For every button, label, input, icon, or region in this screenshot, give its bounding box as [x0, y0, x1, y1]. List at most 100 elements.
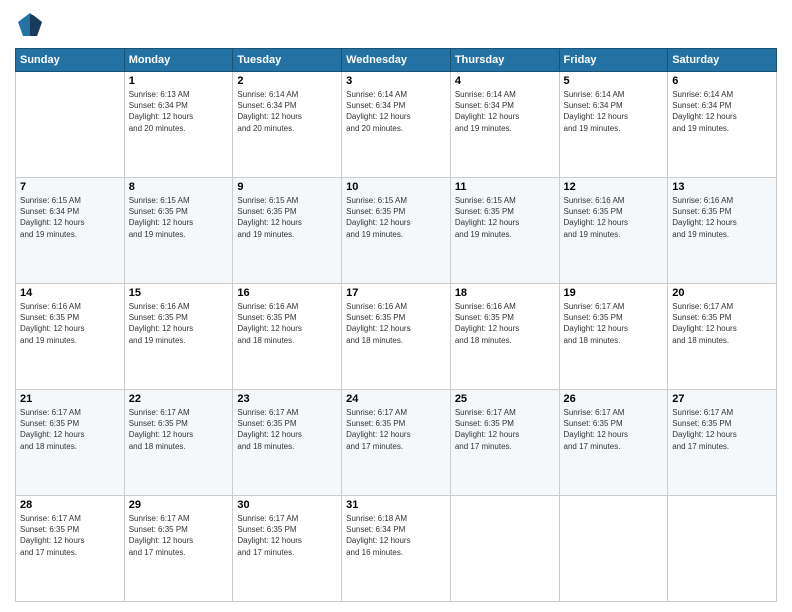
logo	[15, 10, 49, 40]
day-info: Sunrise: 6:16 AM Sunset: 6:35 PM Dayligh…	[129, 301, 229, 346]
day-info: Sunrise: 6:16 AM Sunset: 6:35 PM Dayligh…	[20, 301, 120, 346]
calendar-header-row: SundayMondayTuesdayWednesdayThursdayFrid…	[16, 49, 777, 72]
day-info: Sunrise: 6:14 AM Sunset: 6:34 PM Dayligh…	[672, 89, 772, 134]
day-number: 24	[346, 393, 446, 405]
day-number: 12	[564, 181, 664, 193]
day-number: 7	[20, 181, 120, 193]
day-info: Sunrise: 6:16 AM Sunset: 6:35 PM Dayligh…	[346, 301, 446, 346]
day-number: 9	[237, 181, 337, 193]
day-number: 22	[129, 393, 229, 405]
day-number: 5	[564, 75, 664, 87]
calendar-cell: 6 Sunrise: 6:14 AM Sunset: 6:34 PM Daylig…	[668, 72, 777, 178]
day-number: 15	[129, 287, 229, 299]
calendar-cell: 28 Sunrise: 6:17 AM Sunset: 6:35 PM Dayli…	[16, 496, 125, 602]
calendar-cell: 26 Sunrise: 6:17 AM Sunset: 6:35 PM Dayli…	[559, 390, 668, 496]
weekday-header: Saturday	[668, 49, 777, 72]
calendar-cell: 4Sunrise: 6:14 AM Sunset: 6:34 PM Daylig…	[450, 72, 559, 178]
day-number: 11	[455, 181, 555, 193]
day-info: Sunrise: 6:15 AM Sunset: 6:35 PM Dayligh…	[455, 195, 555, 240]
calendar-cell: 8Sunrise: 6:15 AM Sunset: 6:35 PM Daylig…	[124, 178, 233, 284]
day-info: Sunrise: 6:16 AM Sunset: 6:35 PM Dayligh…	[455, 301, 555, 346]
day-info: Sunrise: 6:15 AM Sunset: 6:34 PM Dayligh…	[20, 195, 120, 240]
calendar-cell: 11 Sunrise: 6:15 AM Sunset: 6:35 PM Dayli…	[450, 178, 559, 284]
day-info: Sunrise: 6:18 AM Sunset: 6:34 PM Dayligh…	[346, 513, 446, 558]
day-number: 25	[455, 393, 555, 405]
weekday-header: Monday	[124, 49, 233, 72]
calendar-cell: 31 Sunrise: 6:18 AM Sunset: 6:34 PM Dayli…	[342, 496, 451, 602]
calendar-cell: 15 Sunrise: 6:16 AM Sunset: 6:35 PM Dayli…	[124, 284, 233, 390]
day-info: Sunrise: 6:17 AM Sunset: 6:35 PM Dayligh…	[237, 407, 337, 452]
calendar-cell	[16, 72, 125, 178]
weekday-header: Tuesday	[233, 49, 342, 72]
day-info: Sunrise: 6:17 AM Sunset: 6:35 PM Dayligh…	[672, 301, 772, 346]
calendar-week-row: 7 Sunrise: 6:15 AM Sunset: 6:34 PM Daylig…	[16, 178, 777, 284]
calendar-cell: 3 Sunrise: 6:14 AM Sunset: 6:34 PM Daylig…	[342, 72, 451, 178]
day-info: Sunrise: 6:17 AM Sunset: 6:35 PM Dayligh…	[564, 407, 664, 452]
weekday-header: Friday	[559, 49, 668, 72]
day-number: 10	[346, 181, 446, 193]
calendar-cell: 7 Sunrise: 6:15 AM Sunset: 6:34 PM Daylig…	[16, 178, 125, 284]
day-info: Sunrise: 6:15 AM Sunset: 6:35 PM Dayligh…	[237, 195, 337, 240]
day-number: 17	[346, 287, 446, 299]
calendar-cell: 2Sunrise: 6:14 AM Sunset: 6:34 PM Daylig…	[233, 72, 342, 178]
day-info: Sunrise: 6:14 AM Sunset: 6:34 PM Dayligh…	[455, 89, 555, 134]
calendar-cell: 18 Sunrise: 6:16 AM Sunset: 6:35 PM Dayli…	[450, 284, 559, 390]
day-info: Sunrise: 6:17 AM Sunset: 6:35 PM Dayligh…	[20, 513, 120, 558]
day-number: 18	[455, 287, 555, 299]
calendar-cell: 20 Sunrise: 6:17 AM Sunset: 6:35 PM Dayli…	[668, 284, 777, 390]
calendar-cell: 12Sunrise: 6:16 AM Sunset: 6:35 PM Dayli…	[559, 178, 668, 284]
day-number: 8	[129, 181, 229, 193]
calendar-cell: 5 Sunrise: 6:14 AM Sunset: 6:34 PM Daylig…	[559, 72, 668, 178]
day-info: Sunrise: 6:17 AM Sunset: 6:35 PM Dayligh…	[346, 407, 446, 452]
calendar-week-row: 1Sunrise: 6:13 AM Sunset: 6:34 PM Daylig…	[16, 72, 777, 178]
calendar-cell: 21 Sunrise: 6:17 AM Sunset: 6:35 PM Dayli…	[16, 390, 125, 496]
day-info: Sunrise: 6:17 AM Sunset: 6:35 PM Dayligh…	[237, 513, 337, 558]
day-info: Sunrise: 6:17 AM Sunset: 6:35 PM Dayligh…	[672, 407, 772, 452]
day-info: Sunrise: 6:17 AM Sunset: 6:35 PM Dayligh…	[20, 407, 120, 452]
calendar-cell: 14 Sunrise: 6:16 AM Sunset: 6:35 PM Dayli…	[16, 284, 125, 390]
calendar-cell	[668, 496, 777, 602]
day-info: Sunrise: 6:17 AM Sunset: 6:35 PM Dayligh…	[129, 407, 229, 452]
day-number: 13	[672, 181, 772, 193]
day-number: 21	[20, 393, 120, 405]
day-number: 3	[346, 75, 446, 87]
day-info: Sunrise: 6:17 AM Sunset: 6:35 PM Dayligh…	[455, 407, 555, 452]
day-info: Sunrise: 6:15 AM Sunset: 6:35 PM Dayligh…	[346, 195, 446, 240]
logo-icon	[15, 10, 45, 40]
calendar-cell: 17 Sunrise: 6:16 AM Sunset: 6:35 PM Dayli…	[342, 284, 451, 390]
day-number: 26	[564, 393, 664, 405]
day-number: 2	[237, 75, 337, 87]
day-number: 23	[237, 393, 337, 405]
header	[15, 10, 777, 40]
day-number: 28	[20, 499, 120, 511]
calendar-week-row: 21 Sunrise: 6:17 AM Sunset: 6:35 PM Dayli…	[16, 390, 777, 496]
calendar-cell: 29 Sunrise: 6:17 AM Sunset: 6:35 PM Dayli…	[124, 496, 233, 602]
day-number: 29	[129, 499, 229, 511]
day-number: 1	[129, 75, 229, 87]
calendar-cell	[559, 496, 668, 602]
calendar-cell: 27 Sunrise: 6:17 AM Sunset: 6:35 PM Dayli…	[668, 390, 777, 496]
calendar-week-row: 14 Sunrise: 6:16 AM Sunset: 6:35 PM Dayli…	[16, 284, 777, 390]
calendar-cell: 1Sunrise: 6:13 AM Sunset: 6:34 PM Daylig…	[124, 72, 233, 178]
day-info: Sunrise: 6:17 AM Sunset: 6:35 PM Dayligh…	[129, 513, 229, 558]
day-number: 14	[20, 287, 120, 299]
day-info: Sunrise: 6:14 AM Sunset: 6:34 PM Dayligh…	[346, 89, 446, 134]
day-number: 27	[672, 393, 772, 405]
day-number: 6	[672, 75, 772, 87]
calendar-week-row: 28 Sunrise: 6:17 AM Sunset: 6:35 PM Dayli…	[16, 496, 777, 602]
day-info: Sunrise: 6:16 AM Sunset: 6:35 PM Dayligh…	[672, 195, 772, 240]
calendar-cell: 9 Sunrise: 6:15 AM Sunset: 6:35 PM Daylig…	[233, 178, 342, 284]
page: SundayMondayTuesdayWednesdayThursdayFrid…	[0, 0, 792, 612]
day-number: 16	[237, 287, 337, 299]
calendar: SundayMondayTuesdayWednesdayThursdayFrid…	[15, 48, 777, 602]
calendar-cell: 24 Sunrise: 6:17 AM Sunset: 6:35 PM Dayli…	[342, 390, 451, 496]
calendar-cell: 16 Sunrise: 6:16 AM Sunset: 6:35 PM Dayli…	[233, 284, 342, 390]
day-info: Sunrise: 6:17 AM Sunset: 6:35 PM Dayligh…	[564, 301, 664, 346]
calendar-cell: 23 Sunrise: 6:17 AM Sunset: 6:35 PM Dayli…	[233, 390, 342, 496]
day-info: Sunrise: 6:14 AM Sunset: 6:34 PM Dayligh…	[564, 89, 664, 134]
day-info: Sunrise: 6:16 AM Sunset: 6:35 PM Dayligh…	[237, 301, 337, 346]
day-number: 31	[346, 499, 446, 511]
day-number: 20	[672, 287, 772, 299]
weekday-header: Wednesday	[342, 49, 451, 72]
day-number: 19	[564, 287, 664, 299]
